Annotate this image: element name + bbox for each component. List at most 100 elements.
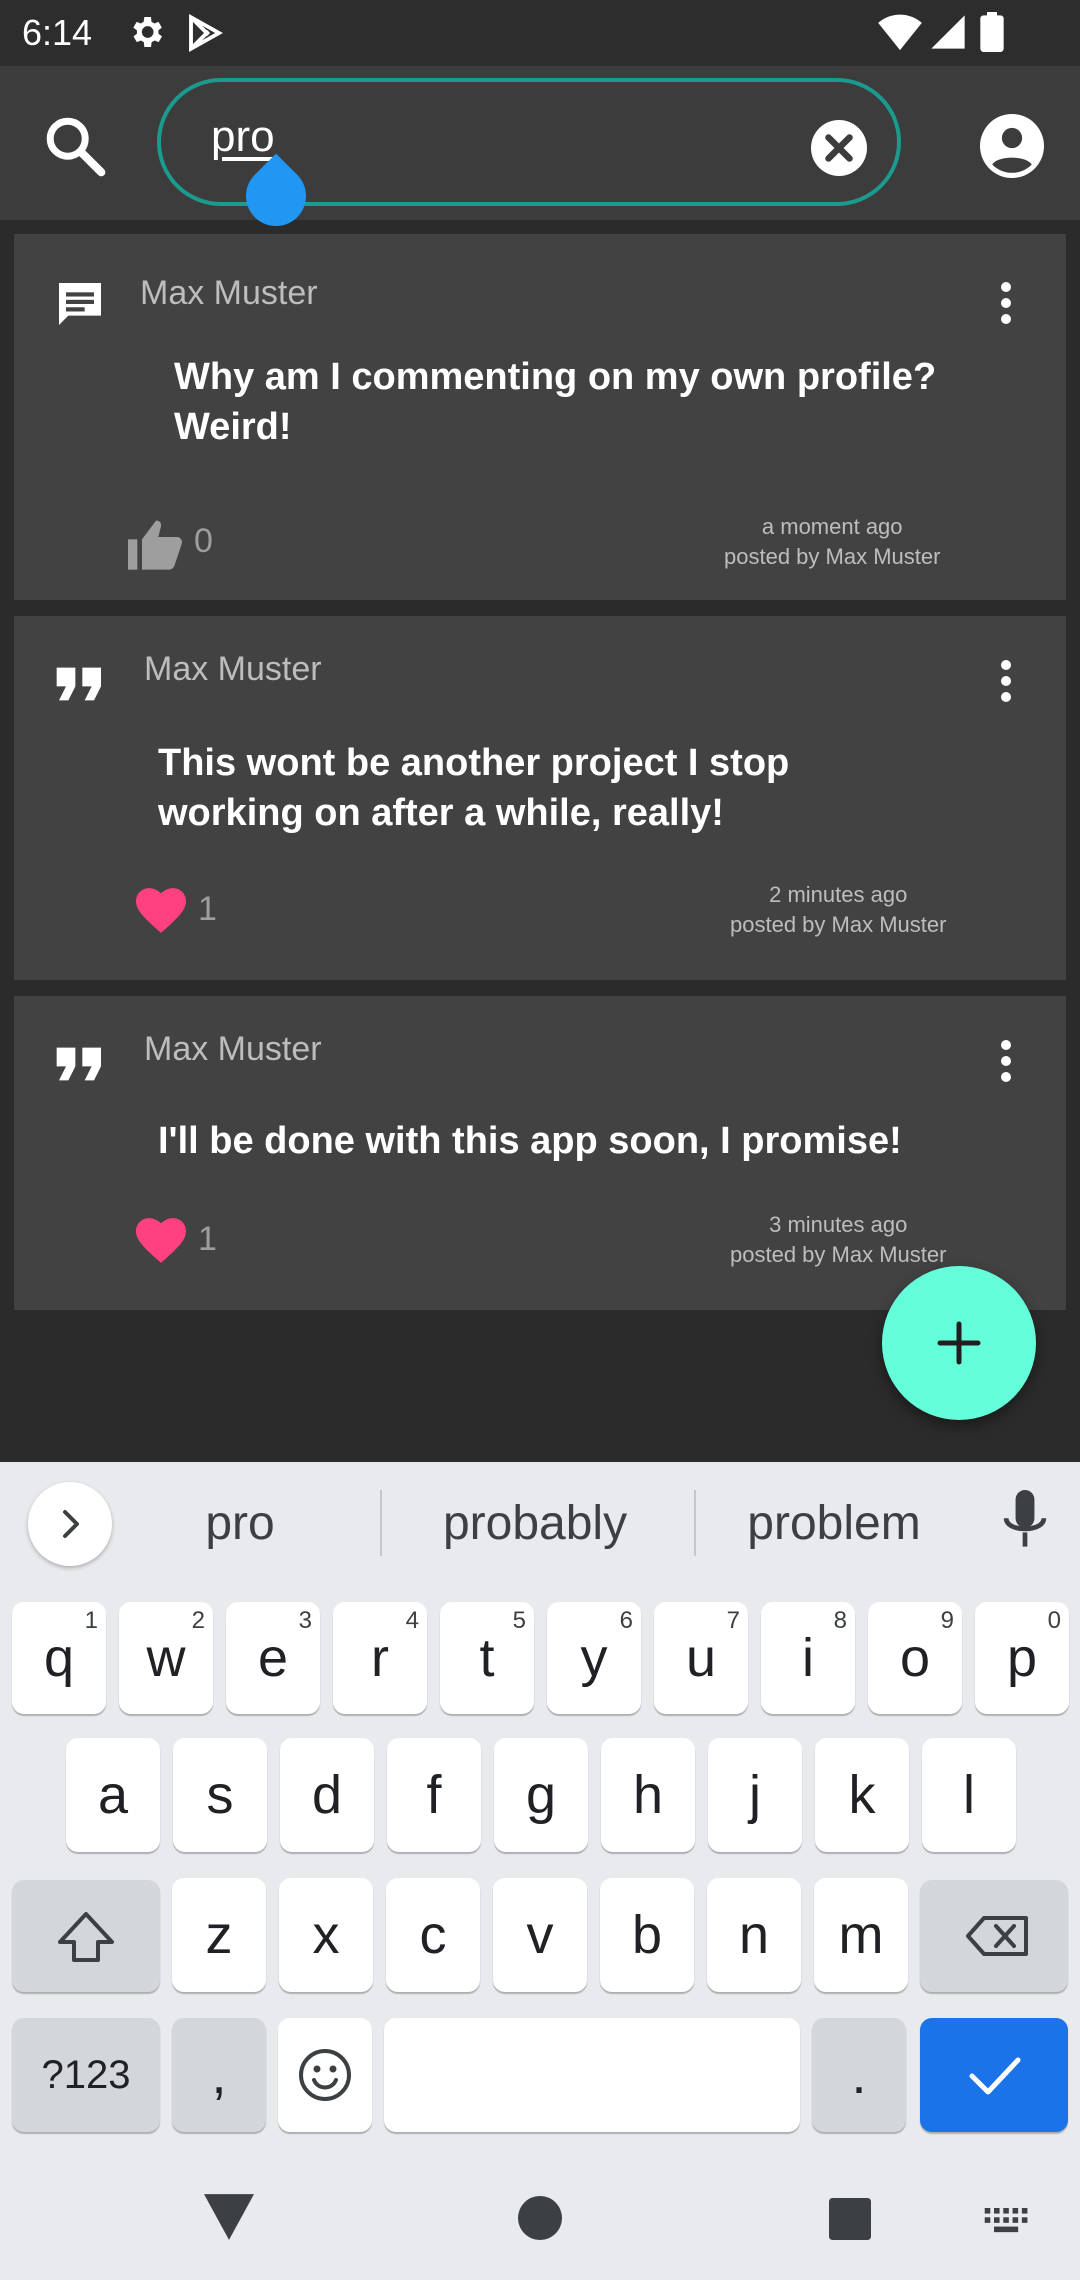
key-g[interactable]: g (494, 1738, 588, 1852)
post-meta: a moment ago posted by Max Muster (724, 512, 940, 572)
post-author[interactable]: Max Muster (144, 650, 322, 689)
post-card[interactable]: Max Muster This wont be another project … (14, 616, 1066, 980)
add-post-button[interactable] (882, 1266, 1036, 1420)
key-n[interactable]: n (707, 1878, 801, 1992)
space-key[interactable] (384, 2018, 800, 2132)
done-key[interactable] (920, 2018, 1068, 2132)
post-card[interactable]: Max Muster I'll be done with this app so… (14, 996, 1066, 1310)
key-f[interactable]: f (387, 1738, 481, 1852)
key-l[interactable]: l (922, 1738, 1016, 1852)
key-hint: 9 (940, 1607, 954, 1634)
key-w[interactable]: w2 (119, 1602, 213, 1714)
time-ago: a moment ago (761, 514, 903, 539)
more-options-icon[interactable] (996, 656, 1016, 716)
suggestion-3[interactable]: problem (724, 1496, 944, 1551)
key-d[interactable]: d (280, 1738, 374, 1852)
key-hint: 2 (191, 1607, 205, 1634)
key-m[interactable]: m (814, 1878, 908, 1992)
more-options-icon[interactable] (996, 1036, 1016, 1096)
key-label: o (899, 1628, 931, 1688)
suggestion-divider (380, 1490, 382, 1556)
posted-by: posted by Max Muster (724, 544, 941, 569)
recents-nav-icon[interactable] (828, 2198, 872, 2240)
key-label: e (257, 1628, 289, 1688)
key-label: d (311, 1765, 343, 1825)
thumb-up-icon[interactable] (128, 518, 184, 570)
shift-key[interactable] (12, 1880, 160, 1992)
account-icon[interactable] (980, 114, 1044, 178)
shift-icon (58, 1912, 114, 1962)
period-key[interactable]: . (812, 2018, 906, 2132)
post-author[interactable]: Max Muster (144, 1030, 322, 1069)
search-icon[interactable] (40, 111, 110, 181)
key-z[interactable]: z (172, 1878, 266, 1992)
key-label: a (97, 1765, 129, 1825)
comment-icon (59, 283, 101, 325)
backspace-key[interactable] (920, 1880, 1068, 1992)
expand-suggestions-button[interactable] (28, 1482, 112, 1566)
comma-key[interactable]: , (172, 2018, 266, 2132)
key-k[interactable]: k (815, 1738, 909, 1852)
key-x[interactable]: x (279, 1878, 373, 1992)
key-label: w (146, 1628, 186, 1688)
post-body: Why am I commenting on my own profile? W… (174, 356, 937, 448)
key-u[interactable]: u7 (654, 1602, 748, 1714)
key-t[interactable]: t5 (440, 1602, 534, 1714)
key-label: t (479, 1628, 495, 1688)
suggestion-1[interactable]: pro (150, 1496, 330, 1551)
key-hint: 3 (298, 1607, 312, 1634)
key-s[interactable]: s (173, 1738, 267, 1852)
back-nav-icon[interactable] (204, 2194, 254, 2240)
heart-icon[interactable] (136, 888, 186, 934)
key-label: l (963, 1765, 975, 1825)
key-label: v (526, 1905, 554, 1965)
keyboard-switch-icon[interactable] (984, 2208, 1030, 2234)
key-label: j (749, 1765, 761, 1825)
key-q[interactable]: q1 (12, 1602, 106, 1714)
key-b[interactable]: b (600, 1878, 694, 1992)
emoji-key[interactable] (278, 2018, 372, 2132)
plus-icon (937, 1321, 981, 1365)
more-options-icon[interactable] (996, 278, 1016, 338)
key-y[interactable]: y6 (547, 1602, 641, 1714)
suggestion-2[interactable]: probably (420, 1496, 650, 1551)
key-label: m (838, 1905, 884, 1965)
heart-icon[interactable] (136, 1218, 186, 1264)
key-label: x (312, 1905, 340, 1965)
key-label: k (848, 1765, 876, 1825)
symbols-key[interactable]: ?123 (12, 2018, 160, 2132)
key-hint: 7 (726, 1607, 740, 1634)
post-meta: 3 minutes ago posted by Max Muster (730, 1210, 946, 1270)
key-i[interactable]: i8 (761, 1602, 855, 1714)
key-hint: 1 (84, 1607, 98, 1634)
key-h[interactable]: h (601, 1738, 695, 1852)
post-author[interactable]: Max Muster (140, 274, 318, 313)
wifi-icon (878, 14, 922, 51)
key-e[interactable]: e3 (226, 1602, 320, 1714)
search-query: pro (211, 112, 275, 161)
backspace-icon (966, 1916, 1028, 1956)
post-card[interactable]: Max Muster Why am I commenting on my own… (14, 234, 1066, 600)
key-c[interactable]: c (386, 1878, 480, 1992)
key-p[interactable]: p0 (975, 1602, 1069, 1714)
key-r[interactable]: r4 (333, 1602, 427, 1714)
navigation-bar (0, 2150, 1080, 2280)
suggestion-divider (694, 1490, 696, 1556)
key-label: c (419, 1905, 447, 1965)
key-o[interactable]: o9 (868, 1602, 962, 1714)
key-label: g (525, 1765, 557, 1825)
key-label: s (206, 1765, 234, 1825)
quote-icon (56, 1047, 101, 1081)
key-v[interactable]: v (493, 1878, 587, 1992)
chevron-right-icon (63, 1510, 79, 1538)
microphone-icon[interactable] (1000, 1490, 1050, 1556)
key-j[interactable]: j (708, 1738, 802, 1852)
key-label: u (685, 1628, 717, 1688)
status-time: 6:14 (22, 12, 93, 53)
reaction-count: 0 (194, 522, 213, 560)
clear-search-icon[interactable] (811, 120, 867, 176)
home-nav-icon[interactable] (518, 2196, 562, 2240)
key-a[interactable]: a (66, 1738, 160, 1852)
check-icon (969, 2057, 1021, 2095)
quote-icon (56, 667, 101, 701)
